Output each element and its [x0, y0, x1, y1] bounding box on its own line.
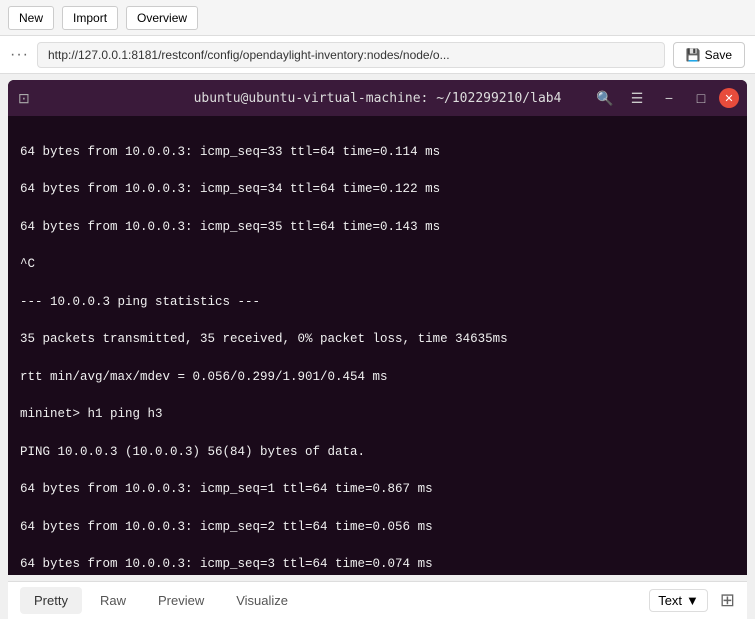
terminal-window: ⊡ ubuntu@ubuntu-virtual-machine: ~/10229…: [8, 80, 747, 575]
format-select[interactable]: Text ▼: [649, 589, 708, 612]
save-icon: 💾: [686, 48, 701, 62]
terminal-line: rtt min/avg/max/mdev = 0.056/0.299/1.901…: [20, 368, 735, 387]
terminal-line: 64 bytes from 10.0.0.3: icmp_seq=35 ttl=…: [20, 218, 735, 237]
url-text: http://127.0.0.1:8181/restconf/config/op…: [48, 48, 654, 62]
tab-pretty[interactable]: Pretty: [20, 587, 82, 614]
overview-button[interactable]: Overview: [126, 6, 198, 30]
terminal-line: mininet> h1 ping h3: [20, 405, 735, 424]
terminal-line: 64 bytes from 10.0.0.3: icmp_seq=2 ttl=6…: [20, 518, 735, 537]
terminal-line: 35 packets transmitted, 35 received, 0% …: [20, 330, 735, 349]
terminal-title: ubuntu@ubuntu-virtual-machine: ~/1022992…: [194, 91, 562, 106]
terminal-controls: 🔍 ☰ − □ ✕: [591, 86, 739, 110]
terminal-line: ^C: [20, 255, 735, 274]
terminal-menu-button[interactable]: ☰: [623, 86, 651, 110]
terminal-minimize-button[interactable]: −: [655, 86, 683, 110]
terminal-line: 64 bytes from 10.0.0.3: icmp_seq=34 ttl=…: [20, 180, 735, 199]
terminal-line: --- 10.0.0.3 ping statistics ---: [20, 293, 735, 312]
terminal-line: 64 bytes from 10.0.0.3: icmp_seq=1 ttl=6…: [20, 480, 735, 499]
save-label: Save: [705, 48, 732, 62]
format-chevron-down-icon: ▼: [686, 593, 699, 608]
format-settings-icon[interactable]: ⊞: [720, 590, 735, 611]
url-bar[interactable]: http://127.0.0.1:8181/restconf/config/op…: [37, 42, 665, 68]
tab-preview[interactable]: Preview: [144, 587, 218, 614]
bottom-toolbar: Pretty Raw Preview Visualize Text ▼ ⊞: [8, 581, 747, 619]
more-options-icon[interactable]: ···: [10, 46, 29, 64]
format-label: Text: [658, 593, 682, 608]
new-button[interactable]: New: [8, 6, 54, 30]
terminal-content[interactable]: 64 bytes from 10.0.0.3: icmp_seq=33 ttl=…: [8, 116, 747, 575]
browser-top-bar: New Import Overview: [0, 0, 755, 36]
tab-raw[interactable]: Raw: [86, 587, 140, 614]
terminal-line: PING 10.0.0.3 (10.0.0.3) 56(84) bytes of…: [20, 443, 735, 462]
terminal-maximize-button[interactable]: □: [687, 86, 715, 110]
terminal-embed-icon: ⊡: [18, 90, 30, 107]
terminal-line: 64 bytes from 10.0.0.3: icmp_seq=33 ttl=…: [20, 143, 735, 162]
terminal-search-button[interactable]: 🔍: [591, 86, 619, 110]
save-button[interactable]: 💾 Save: [673, 42, 745, 68]
url-bar-row: ··· http://127.0.0.1:8181/restconf/confi…: [0, 36, 755, 74]
import-button[interactable]: Import: [62, 6, 118, 30]
terminal-titlebar: ⊡ ubuntu@ubuntu-virtual-machine: ~/10229…: [8, 80, 747, 116]
terminal-line: 64 bytes from 10.0.0.3: icmp_seq=3 ttl=6…: [20, 555, 735, 574]
terminal-close-button[interactable]: ✕: [719, 88, 739, 108]
tab-visualize[interactable]: Visualize: [222, 587, 302, 614]
